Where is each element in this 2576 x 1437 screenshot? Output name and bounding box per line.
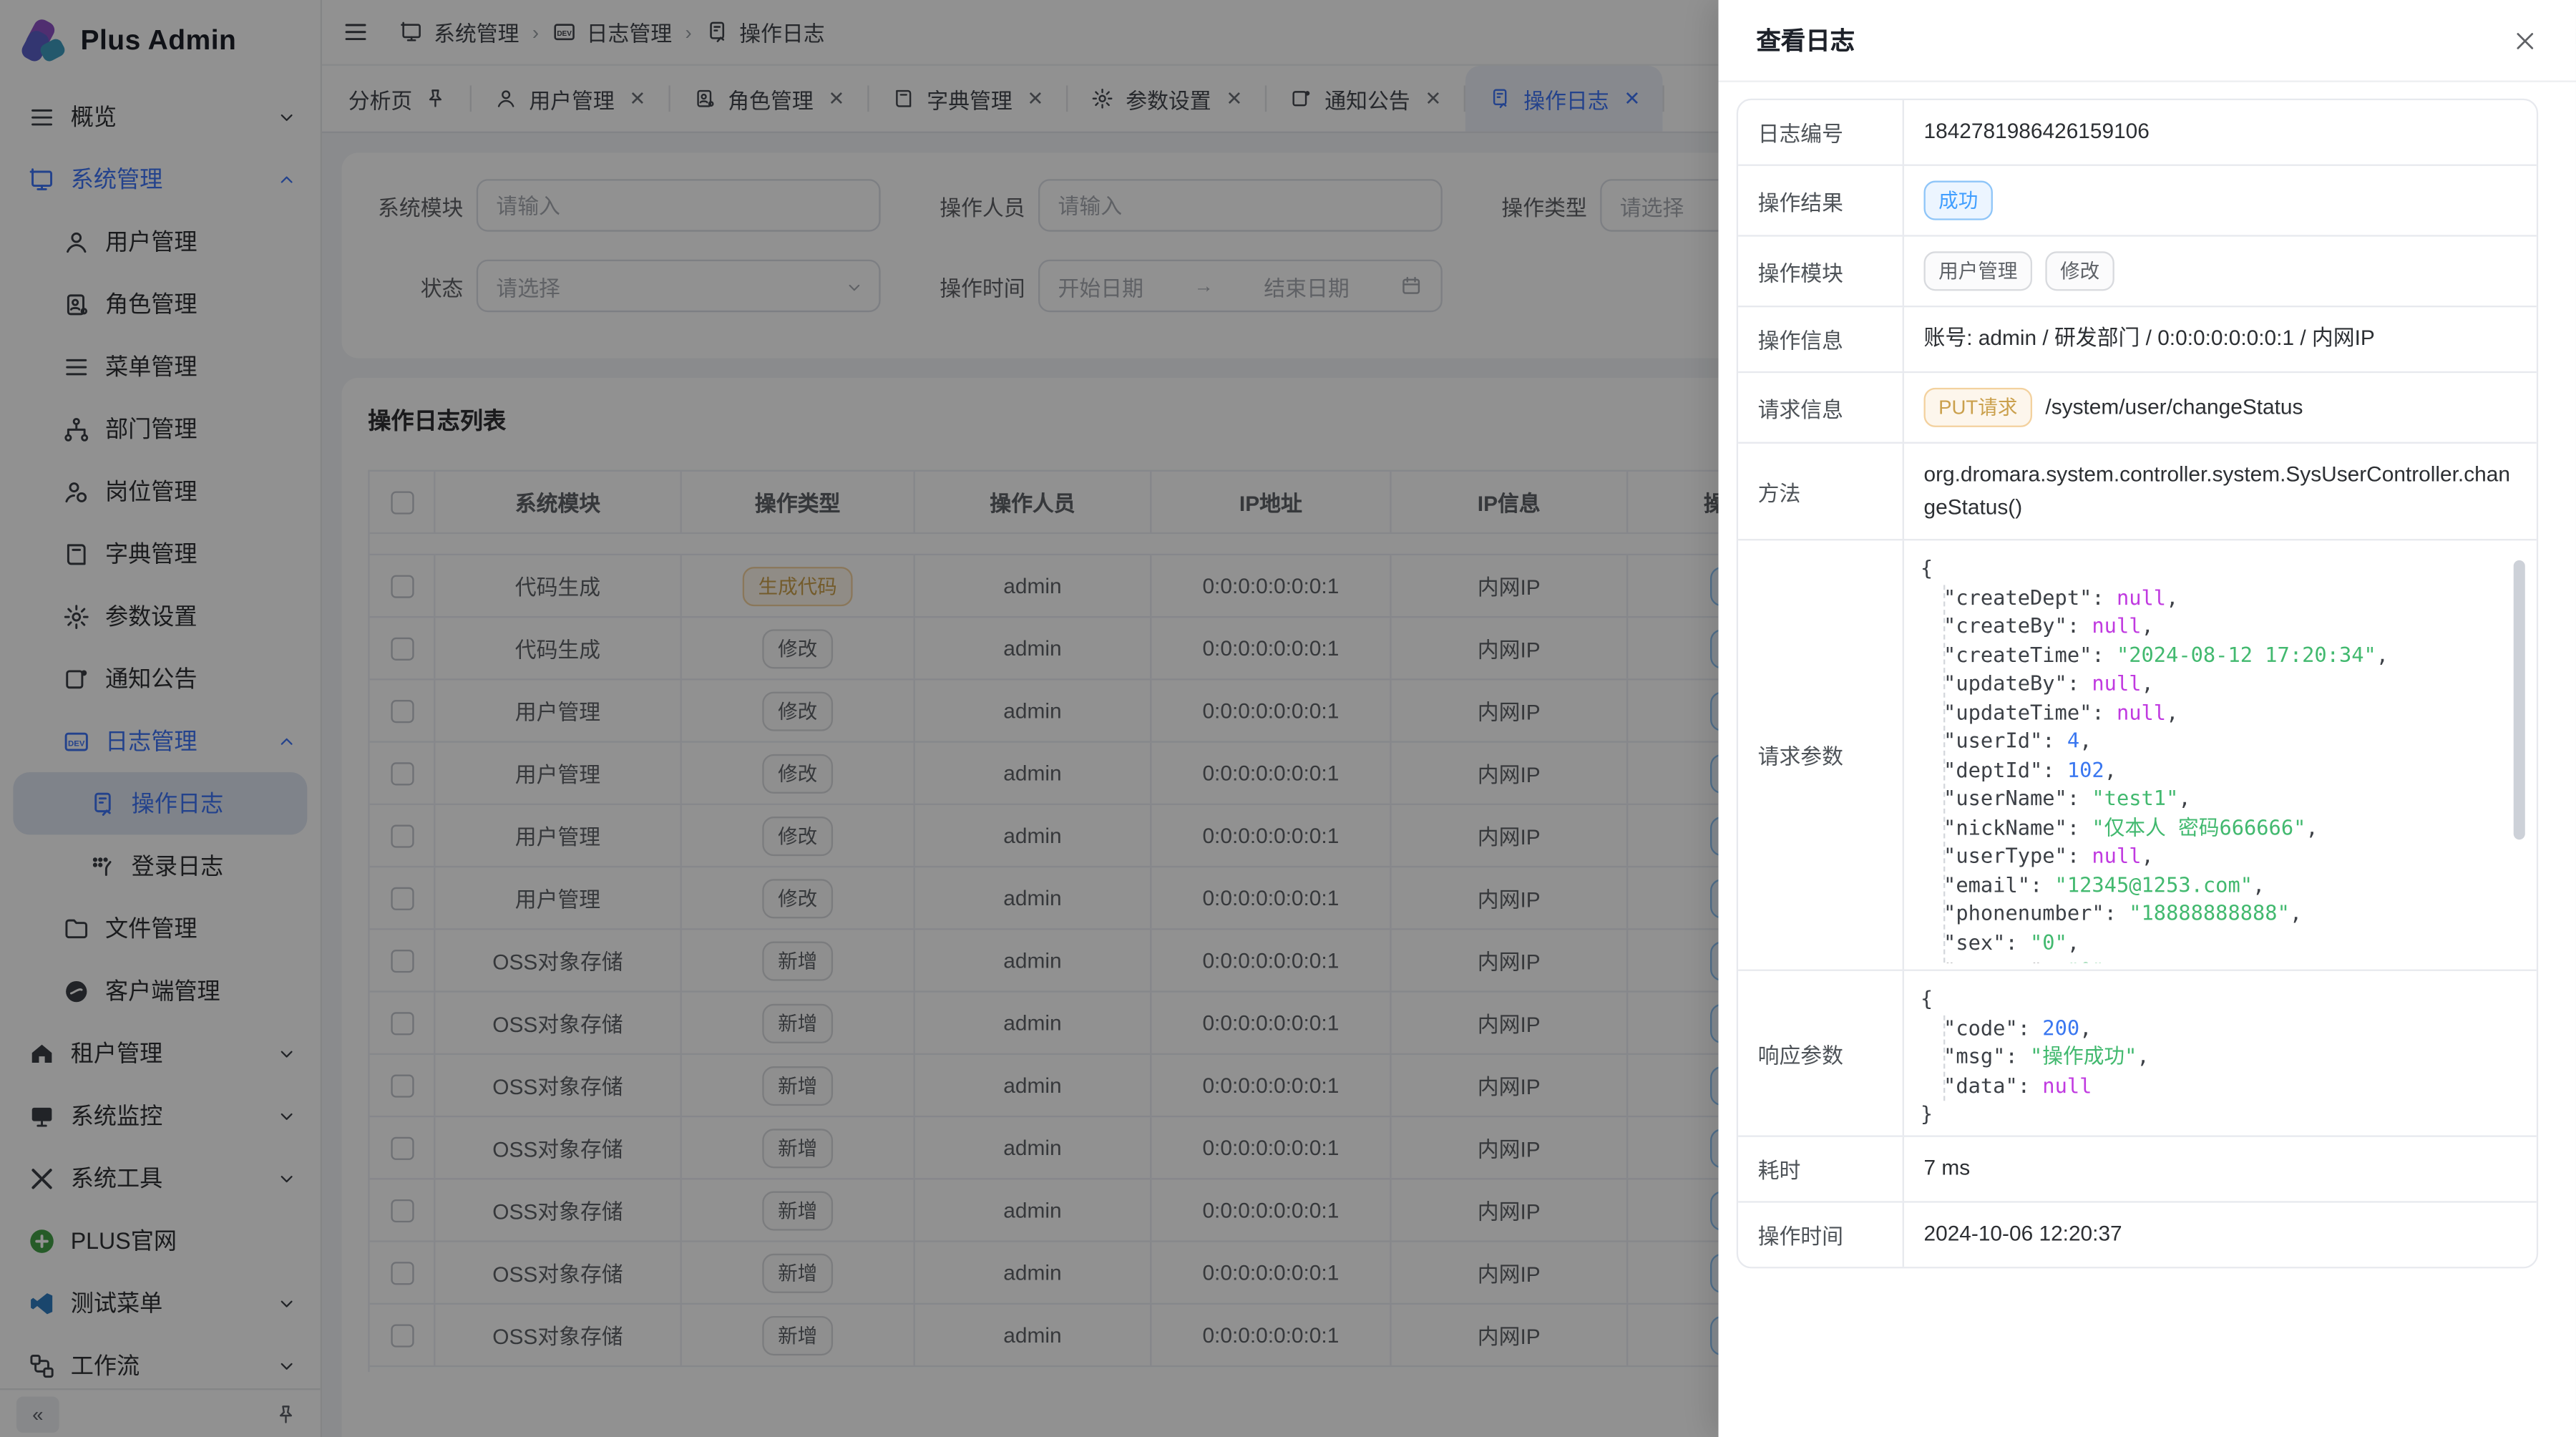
detail-label: 日志编号 <box>1738 100 1904 165</box>
detail-row-日志编号: 日志编号1842781986426159106 <box>1738 100 2537 166</box>
result-tag: 成功 <box>1923 181 1992 220</box>
detail-row-操作模块: 操作模块用户管理修改 <box>1738 237 2537 308</box>
detail-label: 耗时 <box>1738 1136 1904 1201</box>
json-code-block: {"createDept": null,"createBy": null,"cr… <box>1921 547 2530 963</box>
detail-label: 操作模块 <box>1738 237 1904 306</box>
log-detail-table: 日志编号1842781986426159106操作结果成功操作模块用户管理修改操… <box>1737 99 2538 1268</box>
drawer-header: 查看日志 <box>1719 0 2576 82</box>
detail-row-操作时间: 操作时间2024-10-06 12:20:37 <box>1738 1202 2537 1267</box>
detail-row-请求信息: 请求信息PUT请求/system/user/changeStatus <box>1738 373 2537 444</box>
detail-row-方法: 方法org.dromara.system.controller.system.S… <box>1738 444 2537 541</box>
detail-label: 方法 <box>1738 444 1904 540</box>
detail-row-响应参数: 响应参数{"code": 200,"msg": "操作成功","data": n… <box>1738 972 2537 1137</box>
detail-label: 操作信息 <box>1738 307 1904 371</box>
detail-row-请求参数: 请求参数{"createDept": null,"createBy": null… <box>1738 541 2537 972</box>
indent-guide <box>1943 585 1945 963</box>
detail-row-耗时: 耗时7 ms <box>1738 1136 2537 1202</box>
json-code-block: {"code": 200,"msg": "操作成功","data": null} <box>1921 978 2530 1129</box>
detail-value: 用户管理修改 <box>1904 237 2537 306</box>
detail-label: 响应参数 <box>1738 972 1904 1135</box>
detail-row-操作结果: 操作结果成功 <box>1738 166 2537 237</box>
indent-guide <box>1943 1016 1945 1101</box>
detail-value: PUT请求/system/user/changeStatus <box>1904 373 2537 442</box>
module-tag: 用户管理 <box>1923 251 2032 291</box>
app-root: Plus Admin 概览系统管理用户管理角色管理菜单管理部门管理岗位管理字典管… <box>0 0 2576 1437</box>
module-tag: 修改 <box>2045 251 2114 291</box>
detail-value: 账号: admin / 研发部门 / 0:0:0:0:0:0:0:1 / 内网I… <box>1904 307 2537 371</box>
detail-label: 操作时间 <box>1738 1202 1904 1267</box>
detail-value: {"createDept": null,"createBy": null,"cr… <box>1904 541 2537 970</box>
detail-value: 1842781986426159106 <box>1904 100 2537 165</box>
code-scrollbar[interactable] <box>2514 561 2525 840</box>
detail-label: 请求信息 <box>1738 373 1904 442</box>
log-detail-drawer: 查看日志 日志编号1842781986426159106操作结果成功操作模块用户… <box>1719 0 2576 1437</box>
detail-value: 7 ms <box>1904 1136 2537 1201</box>
close-icon[interactable] <box>2512 27 2538 54</box>
detail-value: 2024-10-06 12:20:37 <box>1904 1202 2537 1267</box>
detail-value: 成功 <box>1904 166 2537 235</box>
detail-value: {"code": 200,"msg": "操作成功","data": null} <box>1904 972 2537 1135</box>
drawer-title: 查看日志 <box>1756 23 1855 57</box>
request-url: /system/user/changeStatus <box>2045 391 2303 424</box>
detail-label: 操作结果 <box>1738 166 1904 235</box>
detail-label: 请求参数 <box>1738 541 1904 970</box>
detail-row-操作信息: 操作信息账号: admin / 研发部门 / 0:0:0:0:0:0:0:1 /… <box>1738 307 2537 373</box>
detail-value: org.dromara.system.controller.system.Sys… <box>1904 444 2537 540</box>
http-method-tag: PUT请求 <box>1923 388 2032 427</box>
